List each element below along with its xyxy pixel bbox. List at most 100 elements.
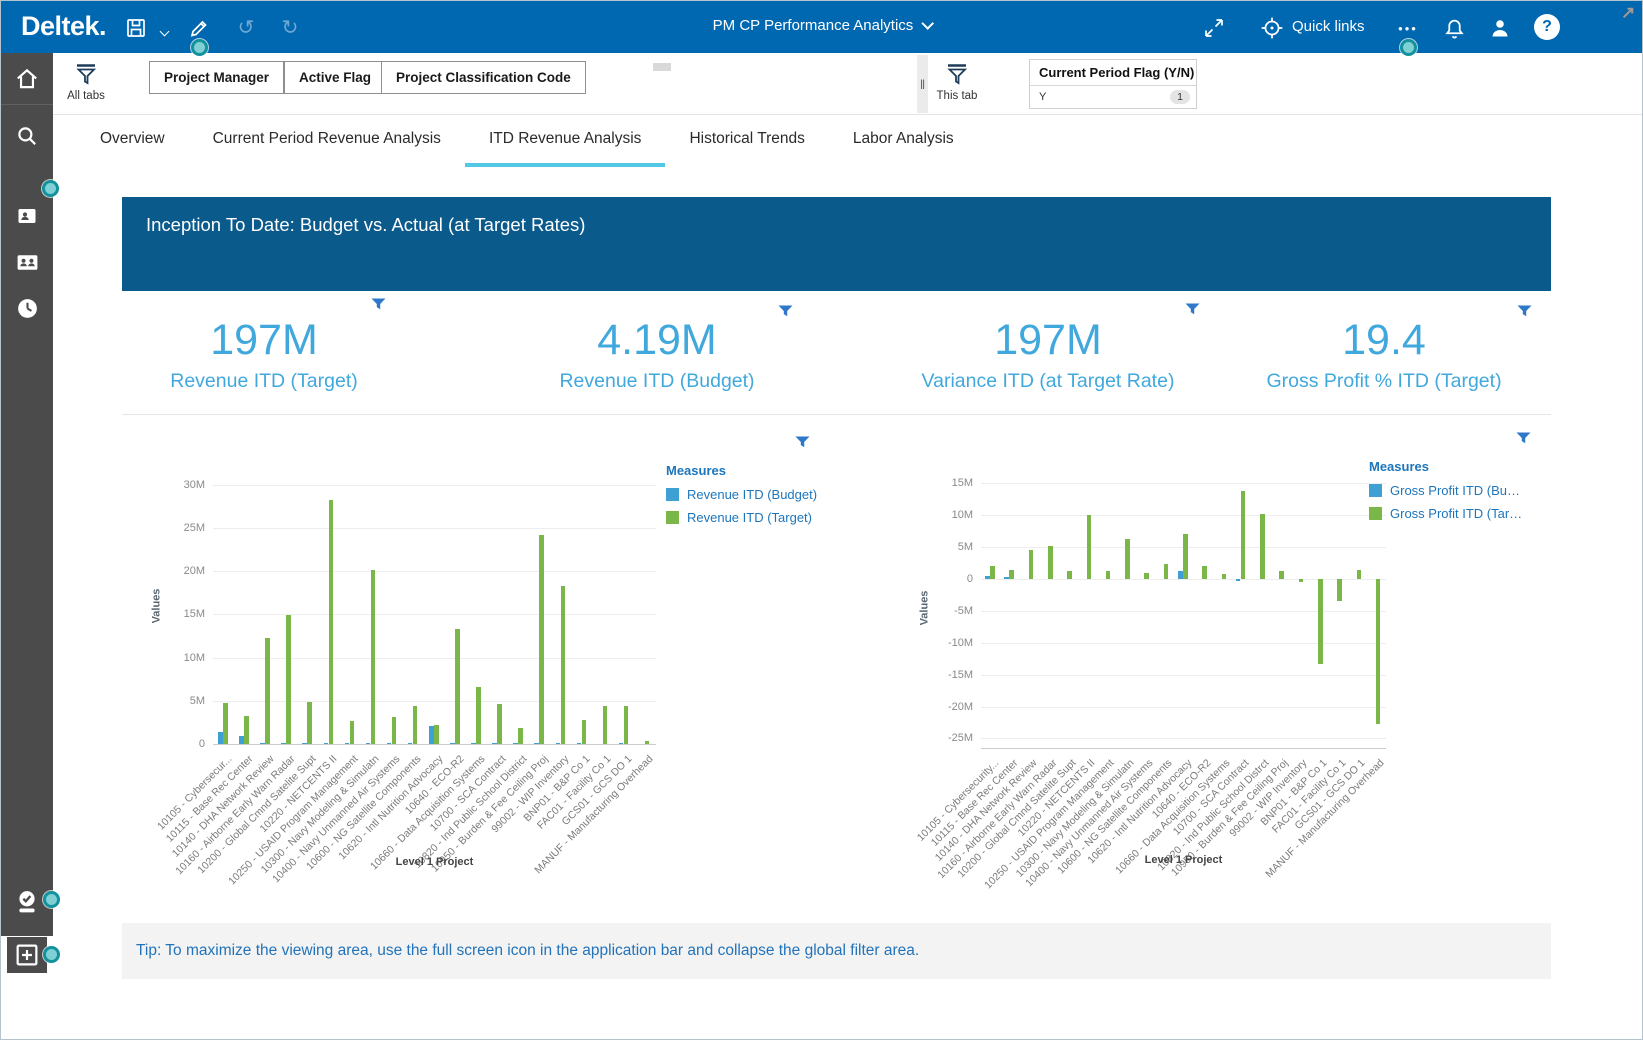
target-bar[interactable] (1318, 579, 1323, 665)
target-bar[interactable] (581, 719, 587, 744)
target-bar[interactable] (1125, 538, 1130, 580)
coach-mark-dot[interactable] (1400, 39, 1417, 56)
coach-mark-dot[interactable] (191, 39, 208, 56)
current-period-flag-filter[interactable]: Current Period Flag (Y/N) Y 1 (1029, 59, 1197, 109)
filter-chip-project-classification-code[interactable]: Project Classification Code (381, 61, 586, 94)
tab-labor-analysis[interactable]: Labor Analysis (829, 115, 978, 167)
target-bar[interactable] (328, 500, 334, 744)
budget-bar[interactable] (1235, 579, 1241, 581)
target-bar[interactable] (1356, 569, 1362, 580)
more-options-icon[interactable]: ••• (1395, 15, 1421, 41)
budget-bar[interactable] (323, 742, 329, 744)
target-bar[interactable] (1028, 549, 1034, 580)
target-bar[interactable] (349, 720, 355, 744)
dashboard-title-dropdown[interactable]: PM CP Performance Analytics (713, 17, 935, 34)
budget-bar[interactable] (281, 742, 286, 744)
filter-scrollbar-thumb[interactable] (653, 63, 671, 71)
target-bar[interactable] (1067, 571, 1072, 580)
budget-bar[interactable] (513, 742, 518, 744)
budget-bar[interactable] (1004, 576, 1009, 580)
budget-bar[interactable] (239, 736, 244, 744)
target-bar[interactable] (1260, 514, 1265, 580)
budget-bar[interactable] (492, 742, 497, 744)
target-bar[interactable] (412, 706, 418, 744)
undo-icon[interactable]: ↺ (233, 15, 259, 41)
budget-bar[interactable] (576, 742, 582, 744)
target-bar[interactable] (244, 715, 249, 744)
history-clock-icon[interactable] (1, 285, 53, 331)
kpi-filter-funnel-icon[interactable] (778, 304, 793, 322)
edit-pencil-icon[interactable] (186, 15, 212, 41)
target-bar[interactable] (1221, 573, 1227, 580)
target-bar[interactable] (1240, 491, 1246, 580)
budget-bar[interactable] (471, 742, 476, 744)
add-widget-icon[interactable] (7, 937, 47, 973)
tab-historical-trends[interactable]: Historical Trends (665, 115, 828, 167)
target-bar[interactable] (497, 704, 502, 744)
target-bar[interactable] (560, 585, 566, 744)
legend-item[interactable]: Gross Profit ITD (Bu… (1369, 483, 1522, 498)
budget-bar[interactable] (407, 742, 413, 744)
fullscreen-icon[interactable] (1201, 15, 1227, 41)
budget-bar[interactable] (450, 742, 455, 744)
budget-bar[interactable] (555, 742, 561, 744)
budget-bar[interactable] (534, 742, 539, 744)
tab-current-period-revenue-analysis[interactable]: Current Period Revenue Analysis (189, 115, 465, 167)
kpi-filter-funnel-icon[interactable] (1517, 304, 1532, 322)
budget-bar[interactable] (218, 731, 223, 744)
target-bar[interactable] (644, 741, 650, 744)
legend-item[interactable]: Revenue ITD (Budget) (666, 487, 817, 502)
coach-mark-dot[interactable] (42, 180, 59, 197)
gross-profit-itd-bar-chart[interactable]: 15M 10M 5M 0 -5M -10M -15M -20M -25M Values 10105 … (871, 429, 1551, 909)
target-bar[interactable] (1202, 565, 1207, 580)
budget-bar[interactable] (618, 742, 624, 744)
target-bar[interactable] (1144, 573, 1149, 580)
quick-links-label[interactable]: Quick links (1292, 18, 1365, 35)
tab-overview[interactable]: Overview (76, 115, 189, 167)
target-bar[interactable] (391, 717, 397, 744)
target-bar[interactable] (286, 615, 291, 744)
coach-mark-dot[interactable] (43, 891, 60, 908)
save-dropdown-chevron-icon[interactable] (151, 20, 177, 46)
target-bar[interactable] (476, 687, 481, 744)
target-bar[interactable] (1009, 570, 1014, 580)
home-icon[interactable] (1, 53, 53, 105)
redo-icon[interactable]: ↻ (277, 15, 303, 41)
notifications-bell-icon[interactable] (1441, 15, 1467, 41)
target-bar[interactable] (1048, 545, 1053, 580)
target-bar[interactable] (990, 566, 995, 580)
budget-bar[interactable] (344, 742, 350, 744)
kpi-filter-funnel-icon[interactable] (1185, 302, 1200, 320)
this-tab-filter[interactable]: This tab (935, 63, 979, 102)
target-bar[interactable] (539, 535, 544, 744)
chart-filter-funnel-icon[interactable] (795, 435, 810, 453)
budget-bar[interactable] (985, 575, 990, 580)
legend-item[interactable]: Revenue ITD (Target) (666, 510, 817, 525)
project-folder-icon[interactable] (1, 193, 53, 239)
target-bar[interactable] (223, 703, 228, 744)
filter-chip-project-manager[interactable]: Project Manager (149, 61, 285, 94)
quick-links-target-icon[interactable] (1259, 15, 1285, 41)
filter-splitter-handle[interactable]: ‖ (917, 55, 928, 113)
kpi-filter-funnel-icon[interactable] (371, 297, 386, 315)
target-bar[interactable] (370, 569, 376, 744)
tab-itd-revenue-analysis[interactable]: ITD Revenue Analysis (464, 115, 666, 167)
target-bar[interactable] (1086, 515, 1092, 580)
target-bar[interactable] (434, 725, 439, 744)
target-bar[interactable] (623, 706, 629, 744)
revenue-itd-bar-chart[interactable]: 30M 25M 20M 15M 10M 5M 0 Values 10105 - Cybersec… (131, 429, 821, 909)
contacts-icon[interactable] (1, 239, 53, 285)
budget-bar[interactable] (386, 742, 392, 744)
budget-bar[interactable] (260, 742, 265, 744)
target-bar[interactable] (307, 701, 312, 744)
user-profile-icon[interactable] (1487, 15, 1513, 41)
search-icon[interactable] (1, 113, 53, 159)
target-bar[interactable] (265, 637, 270, 744)
target-bar[interactable] (1375, 579, 1381, 725)
target-bar[interactable] (1337, 579, 1342, 601)
target-bar[interactable] (602, 706, 608, 744)
filter-chip-active-flag[interactable]: Active Flag (284, 61, 387, 94)
target-bar[interactable] (1105, 571, 1111, 580)
chart-filter-funnel-icon[interactable] (1516, 431, 1531, 449)
all-tabs-filter[interactable]: All tabs (65, 63, 107, 102)
